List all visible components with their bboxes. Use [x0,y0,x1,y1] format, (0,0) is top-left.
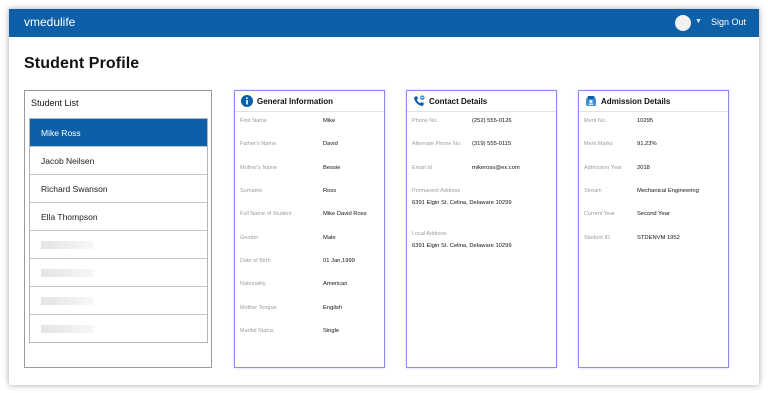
card-header: Admission Details [579,91,728,112]
admission-icon [586,96,596,106]
list-item-placeholder [30,231,207,259]
top-navbar: vmedulife ▼ Sign Out [9,9,759,37]
card-title: Contact Details [429,97,488,106]
list-item-student[interactable]: Jacob Neilsen [30,147,207,175]
field-label: Date of Birth [240,258,271,264]
field-value: 10295 [637,118,654,124]
field-label: Admission Year [584,165,622,171]
list-item-placeholder [30,287,207,315]
field-label: Gender [240,235,259,241]
field-value: American [323,281,348,287]
field-value: Bessie [323,165,341,171]
card-header: Contact Details [407,91,556,112]
local-address-label: Local Address [412,231,447,237]
alternate-phone-label: Alternate Phone No. [412,141,462,147]
student-list-title: Student List [31,98,79,108]
contact-details-card: Contact Details Phone No. (252) 555-0126… [406,90,557,368]
list-item-student[interactable]: Richard Swanson [30,175,207,203]
field-label: Current Year [584,211,615,217]
field-value: Ross [323,188,337,194]
app-window: vmedulife ▼ Sign Out Student Profile Stu… [9,9,759,385]
field-label: Student ID [584,235,610,241]
list-item-placeholder [30,315,207,343]
field-label: Mother's Name [240,165,278,171]
email-label: Email Id [412,165,432,171]
field-value: Mike David Ross [323,211,367,217]
field-label: Father's Name [240,141,276,147]
sign-out-link[interactable]: Sign Out [711,17,746,27]
field-value: English [323,305,343,311]
list-item-student[interactable]: Mike Ross [30,119,207,147]
phone-icon [414,95,425,106]
field-label: First Name [240,118,267,124]
info-icon [241,95,253,107]
field-label: Mother Tongue [240,305,277,311]
field-value: 2018 [637,165,650,171]
field-label: Merit No. [584,118,607,124]
field-value: Mike [323,118,336,124]
general-information-card: General Information First Name Mike Fath… [234,90,385,368]
email-value: mikeross@ex.com [472,165,520,171]
list-item-placeholder [30,259,207,287]
field-value: David [323,141,338,147]
page-title: Student Profile [24,55,140,72]
field-label: Full Name of Student [240,211,292,217]
field-value: 91.23% [637,141,657,147]
admission-details-card: Admission Details Merit No. 10295 Merit … [578,90,729,368]
card-header: General Information [235,91,384,112]
field-label: Surname [240,188,263,194]
field-value: 01 Jan,1999 [323,258,355,264]
permanent-address-label: Permanent Address [412,188,461,194]
student-list: Mike Ross Jacob Neilsen Richard Swanson … [29,118,208,343]
field-label: Marital Status [240,328,274,334]
local-address-value: 6391 Elgin St. Celina, Delaware 10299 [412,243,512,249]
alternate-phone-value: (319) 555-0115 [472,141,512,147]
phone-value: (252) 555-0126 [472,118,512,124]
field-label: Merit Marks [584,141,613,147]
field-value: Mechanical Engineering [637,188,699,194]
field-label: Nationality [240,281,266,287]
phone-label: Phone No. [412,118,438,124]
field-value: Single [323,328,340,334]
field-value: Second Year [637,211,670,217]
permanent-address-value: 6391 Elgin St. Celina, Delaware 10299 [412,200,512,206]
avatar[interactable] [675,15,691,31]
student-list-panel: Student List Mike Ross Jacob Neilsen Ric… [24,90,212,368]
field-label: Stream [584,188,602,194]
brand-logo[interactable]: vmedulife [24,15,75,29]
field-value: STDENVM 1952 [637,235,680,241]
chevron-down-icon[interactable]: ▼ [695,18,702,25]
card-title: General Information [257,97,334,106]
field-value: Male [323,235,336,241]
list-item-student[interactable]: Ella Thompson [30,203,207,231]
card-title: Admission Details [601,97,671,106]
